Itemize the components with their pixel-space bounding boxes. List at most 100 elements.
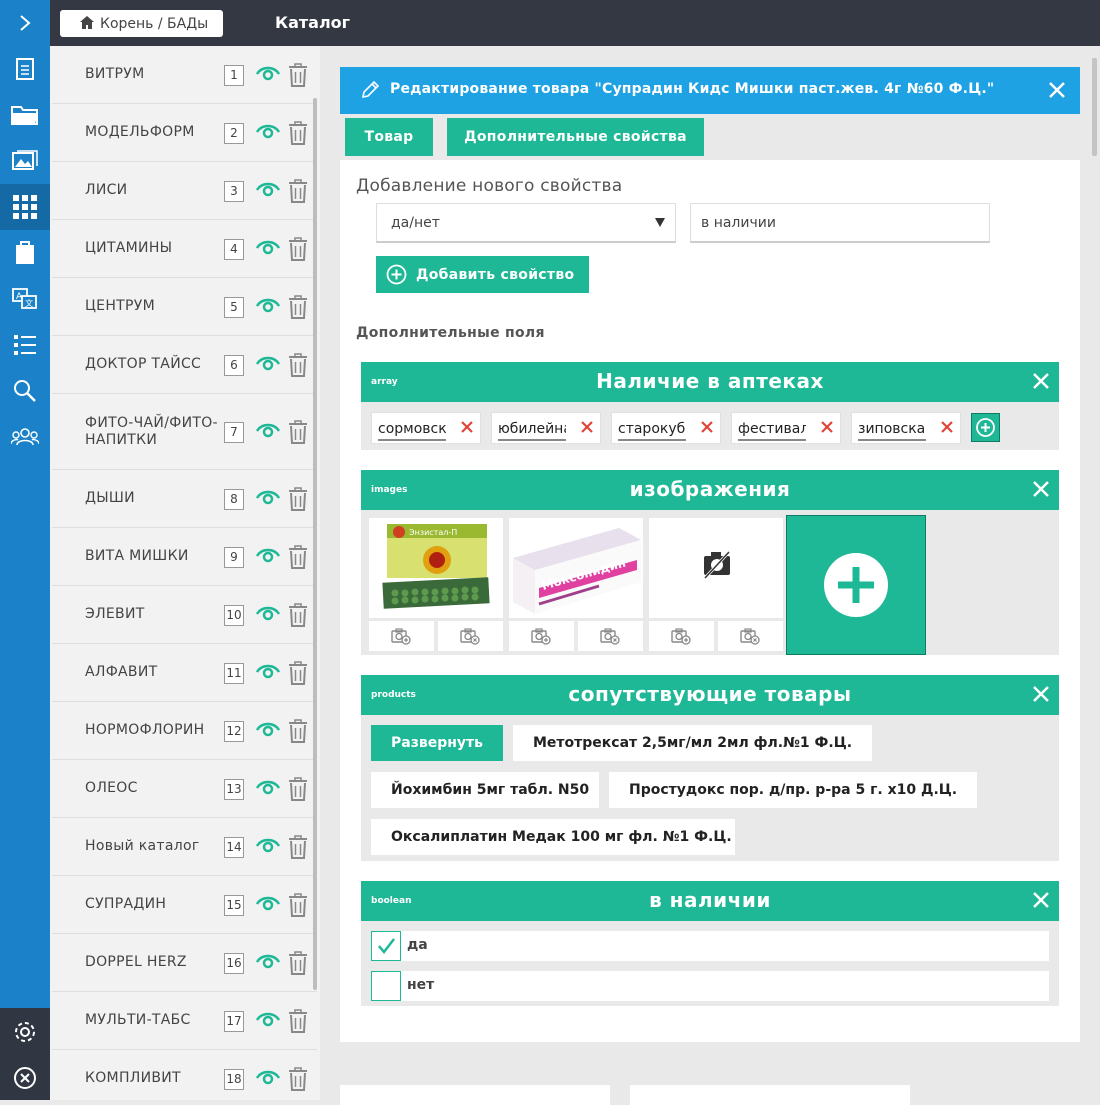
category-item[interactable]: МУЛЬТИ-ТАБС 17 — [52, 992, 317, 1050]
delete-image-icon[interactable] — [718, 621, 783, 651]
category-sort-number[interactable]: 5 — [224, 297, 244, 318]
delete-image-icon[interactable] — [438, 621, 503, 651]
trash-icon[interactable] — [288, 353, 308, 381]
category-sort-number[interactable]: 12 — [224, 721, 244, 742]
boolean-option-no[interactable]: нет — [371, 971, 1049, 1001]
clipboard-icon[interactable] — [0, 230, 50, 276]
folder-icon[interactable] — [0, 92, 50, 138]
eye-icon[interactable] — [255, 66, 281, 86]
array-item-chip[interactable]: юбилейная — [491, 412, 601, 444]
checkbox-unchecked[interactable] — [371, 971, 401, 1001]
category-sort-number[interactable]: 11 — [224, 663, 244, 684]
category-item[interactable]: ВИТА МИШКИ 9 — [52, 528, 317, 586]
search-icon[interactable] — [0, 368, 50, 414]
property-name-input[interactable]: в наличии — [690, 203, 990, 243]
eye-icon[interactable] — [255, 124, 281, 144]
category-item[interactable]: ВИТРУМ 1 — [52, 46, 317, 104]
array-item-chip[interactable]: старокубанская — [611, 412, 721, 444]
tab-product[interactable]: Товар — [345, 118, 433, 156]
trash-icon[interactable] — [288, 603, 308, 631]
eye-icon[interactable] — [255, 1070, 281, 1090]
add-image-button[interactable] — [786, 515, 926, 655]
checkbox-checked[interactable] — [371, 931, 401, 961]
category-sort-number[interactable]: 8 — [224, 489, 244, 510]
replace-image-icon[interactable] — [649, 621, 714, 651]
trash-icon[interactable] — [288, 420, 308, 448]
replace-image-icon[interactable] — [509, 621, 574, 651]
array-item-chip[interactable]: зиповская — [851, 412, 961, 444]
eye-icon[interactable] — [255, 606, 281, 626]
trash-icon[interactable] — [288, 661, 308, 689]
trash-icon[interactable] — [288, 777, 308, 805]
category-item[interactable]: Новый каталог 14 — [52, 818, 317, 876]
eye-icon[interactable] — [255, 548, 281, 568]
product-image-enzistal[interactable]: Энзистал-П — [369, 518, 503, 618]
category-item[interactable]: СУПРАДИН 15 — [52, 876, 317, 934]
eye-icon[interactable] — [255, 298, 281, 318]
remove-icon[interactable] — [580, 419, 594, 438]
trash-icon[interactable] — [288, 295, 308, 323]
array-item-value[interactable]: юбилейная — [498, 421, 566, 437]
users-icon[interactable] — [0, 414, 50, 460]
eye-icon[interactable] — [255, 780, 281, 800]
trash-icon[interactable] — [288, 545, 308, 573]
close-icon[interactable] — [1031, 371, 1051, 395]
category-item[interactable]: ЦЕНТРУМ 5 — [52, 278, 317, 336]
related-product[interactable]: Йохимбин 5мг табл. N50 — [371, 772, 599, 808]
close-icon[interactable] — [1031, 479, 1051, 503]
category-item[interactable]: КОМПЛИВИТ 18 — [52, 1050, 317, 1100]
array-item-chip[interactable]: сормовская — [371, 412, 481, 444]
trash-icon[interactable] — [288, 237, 308, 265]
category-item[interactable]: ОЛЕОС 13 — [52, 760, 317, 818]
trash-icon[interactable] — [288, 1009, 308, 1037]
boolean-option-yes[interactable]: да — [371, 931, 1049, 961]
trash-icon[interactable] — [288, 487, 308, 515]
property-type-select[interactable]: да/нет — [376, 203, 676, 243]
replace-image-icon[interactable] — [369, 621, 434, 651]
trash-icon[interactable] — [288, 63, 308, 91]
trash-icon[interactable] — [288, 179, 308, 207]
eye-icon[interactable] — [255, 423, 281, 443]
category-sort-number[interactable]: 18 — [224, 1069, 244, 1090]
category-scrollbar[interactable] — [313, 98, 317, 990]
category-sort-number[interactable]: 7 — [224, 422, 244, 443]
category-sort-number[interactable]: 9 — [224, 547, 244, 568]
remove-icon[interactable] — [460, 419, 474, 438]
document-icon[interactable] — [0, 46, 50, 92]
eye-icon[interactable] — [255, 954, 281, 974]
related-product[interactable]: Оксалиплатин Медак 100 мг фл. №1 Ф.Ц. — [371, 819, 735, 855]
related-product[interactable]: Метотрексат 2,5мг/мл 2мл фл.№1 Ф.Ц. — [513, 725, 873, 761]
category-item[interactable]: ЦИТАМИНЫ 4 — [52, 220, 317, 278]
category-item[interactable]: ДОКТОР ТАЙСС 6 — [52, 336, 317, 394]
category-item[interactable]: НОРМОФЛОРИН 12 — [52, 702, 317, 760]
eye-icon[interactable] — [255, 664, 281, 684]
category-item[interactable]: МОДЕЛЬФОРМ 2 — [52, 104, 317, 162]
eye-icon[interactable] — [255, 1012, 281, 1032]
add-item-button[interactable] — [971, 413, 1000, 442]
category-item[interactable]: ЭЛЕВИТ 10 — [52, 586, 317, 644]
array-item-value[interactable]: зиповская — [858, 421, 926, 437]
eye-icon[interactable] — [255, 838, 281, 858]
trash-icon[interactable] — [288, 1067, 308, 1095]
trash-icon[interactable] — [288, 951, 308, 979]
trash-icon[interactable] — [288, 719, 308, 747]
category-sort-number[interactable]: 3 — [224, 181, 244, 202]
remove-icon[interactable] — [940, 419, 954, 438]
remove-icon[interactable] — [820, 419, 834, 438]
array-item-chip[interactable]: фестивальная — [731, 412, 841, 444]
remove-icon[interactable] — [700, 419, 714, 438]
trash-icon[interactable] — [288, 893, 308, 921]
gallery-icon[interactable] — [0, 138, 50, 184]
close-icon[interactable] — [1031, 890, 1051, 914]
category-sort-number[interactable]: 6 — [224, 355, 244, 376]
eye-icon[interactable] — [255, 896, 281, 916]
category-sort-number[interactable]: 2 — [224, 123, 244, 144]
category-sort-number[interactable]: 4 — [224, 239, 244, 260]
category-sort-number[interactable]: 17 — [224, 1011, 244, 1032]
eye-icon[interactable] — [255, 490, 281, 510]
category-sort-number[interactable]: 16 — [224, 953, 244, 974]
catalog-grid-icon[interactable] — [0, 184, 50, 230]
menu-toggle-icon[interactable] — [0, 0, 50, 46]
category-item[interactable]: DOPPEL HERZ 16 — [52, 934, 317, 992]
eye-icon[interactable] — [255, 240, 281, 260]
